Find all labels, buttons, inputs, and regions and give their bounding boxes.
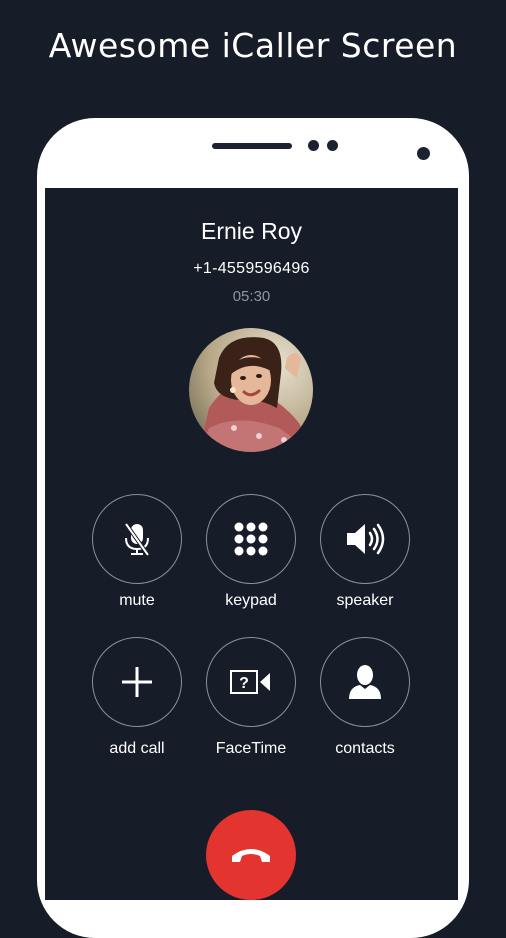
end-call-button[interactable]	[206, 810, 296, 900]
facetime-button[interactable]: ?	[206, 637, 296, 727]
call-duration: 05:30	[232, 288, 271, 305]
speaker-icon	[347, 523, 385, 555]
earpiece-speaker	[212, 143, 292, 149]
keypad-icon	[234, 522, 268, 556]
contacts-label: contacts	[335, 740, 395, 757]
add-call-button[interactable]	[92, 637, 182, 727]
headline: Awesome iCaller Screen	[48, 26, 458, 65]
mic-off-icon	[124, 522, 150, 557]
caller-avatar	[189, 328, 313, 452]
contacts-button[interactable]	[320, 637, 410, 727]
plus-icon	[122, 667, 152, 697]
hang-up-icon	[232, 849, 270, 862]
speaker-label: speaker	[336, 592, 394, 609]
call-screen: Ernie Roy +1-4559596496 05:30 mute keypa…	[45, 188, 458, 900]
contact-icon	[349, 665, 381, 699]
mute-button[interactable]	[92, 494, 182, 584]
caller-name: Ernie Roy	[201, 218, 302, 244]
front-sensor	[327, 140, 338, 151]
front-camera	[417, 147, 430, 160]
speaker-button[interactable]	[320, 494, 410, 584]
facetime-icon: ?	[230, 670, 270, 694]
keypad-button[interactable]	[206, 494, 296, 584]
caller-number: +1-4559596496	[193, 260, 310, 277]
svg-text:?: ?	[239, 675, 249, 692]
front-sensor	[308, 140, 319, 151]
